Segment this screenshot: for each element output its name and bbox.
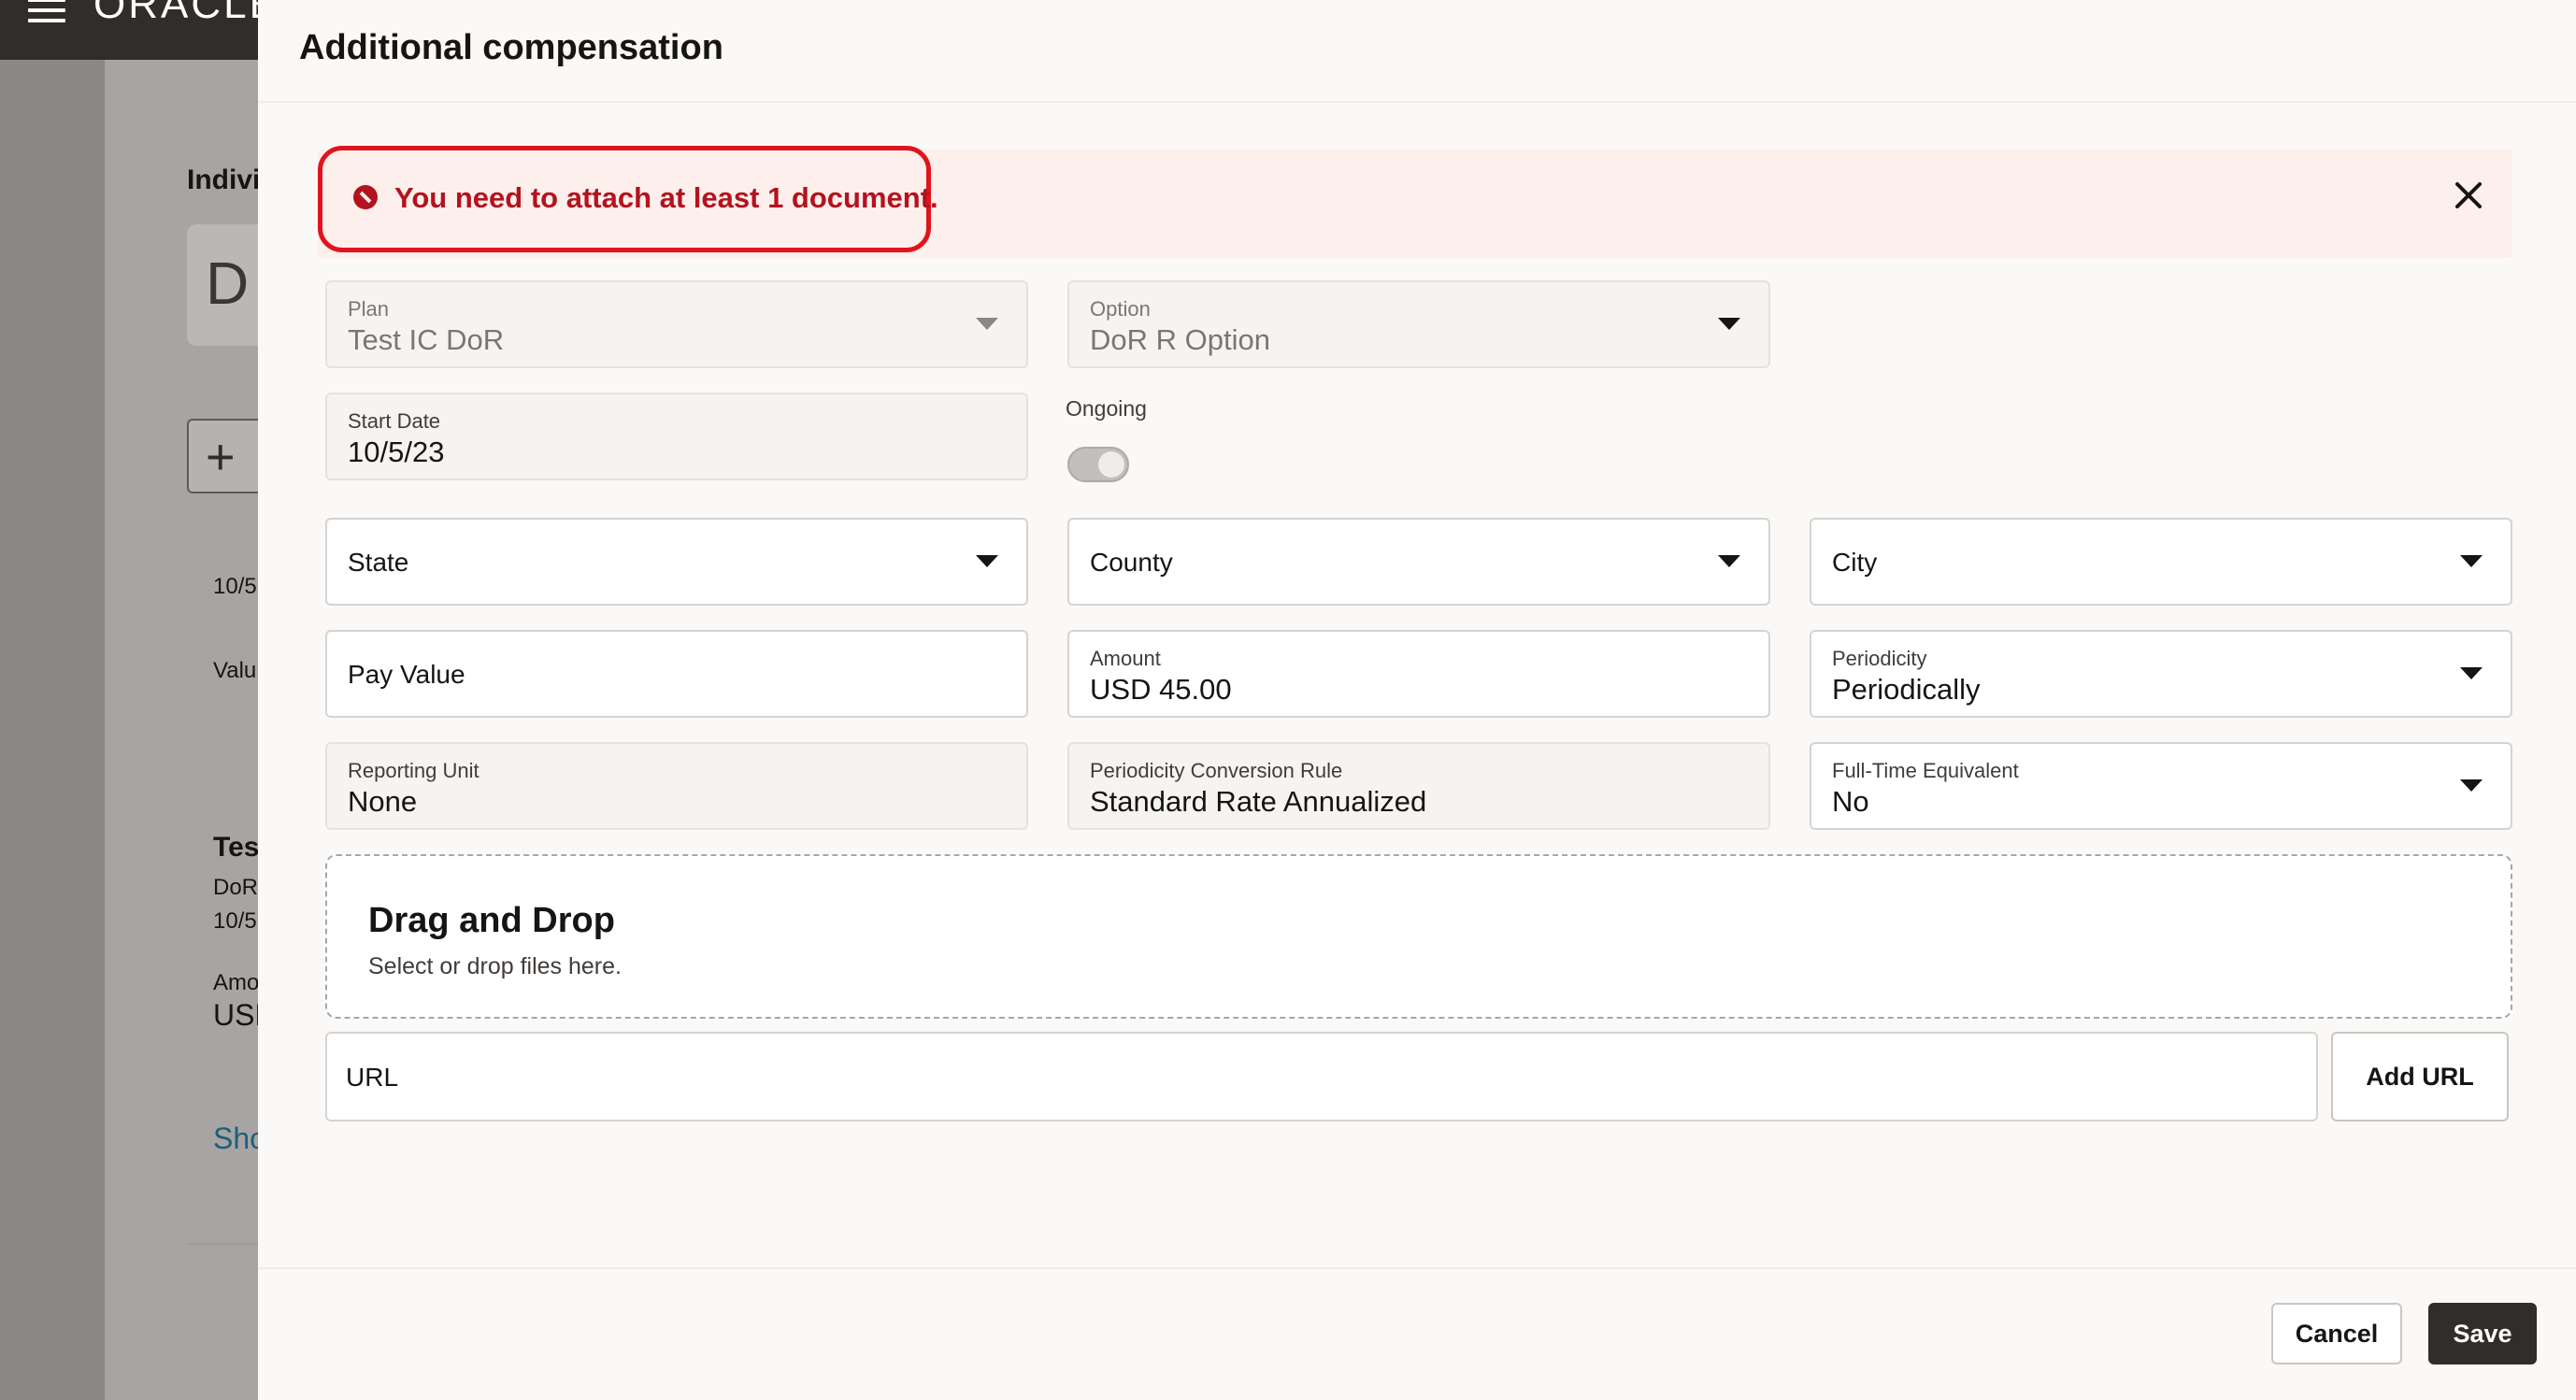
chevron-down-icon[interactable]: [976, 555, 998, 567]
periodicity-select[interactable]: Periodicity Periodically: [1810, 630, 2512, 718]
option-value: DoR R Option: [1090, 323, 1270, 356]
reporting-unit-label: Reporting Unit: [348, 759, 479, 782]
periodicity-value: Periodically: [1832, 673, 1981, 706]
state-select[interactable]: State: [325, 518, 1028, 606]
plan-select: Plan Test IC DoR: [325, 280, 1028, 368]
reporting-unit-value: None: [348, 785, 418, 818]
additional-compensation-drawer: Additional compensation You need to atta…: [258, 0, 2576, 1400]
periodicity-label: Periodicity: [1832, 647, 1927, 670]
menu-icon[interactable]: [28, 0, 65, 24]
background-card-line: DoR: [213, 875, 259, 900]
error-icon: [353, 185, 378, 209]
url-input[interactable]: [346, 1054, 2290, 1101]
option-label: Option: [1090, 297, 1151, 321]
reporting-unit-field: Reporting Unit None: [325, 742, 1028, 830]
chevron-down-icon[interactable]: [1718, 318, 1740, 330]
cancel-button[interactable]: Cancel: [2271, 1303, 2402, 1364]
pay-value-label: Pay Value: [348, 660, 465, 689]
save-button[interactable]: Save: [2428, 1303, 2537, 1364]
background-value-label: Valu: [213, 658, 257, 683]
pay-value-input[interactable]: Pay Value: [325, 630, 1028, 718]
start-date-value: 10/5/23: [348, 436, 445, 468]
background-card-title: Tes: [213, 832, 260, 863]
fte-value: No: [1832, 785, 1869, 818]
background-card-line: 10/5: [213, 908, 257, 934]
chevron-down-icon[interactable]: [2460, 667, 2483, 679]
state-label: State: [348, 548, 409, 577]
amount-input[interactable]: Amount USD 45.00: [1067, 630, 1770, 718]
periodicity-conversion-rule-field: Periodicity Conversion Rule Standard Rat…: [1067, 742, 1770, 830]
dropzone-subtitle: Select or drop files here.: [368, 953, 622, 979]
option-select[interactable]: Option DoR R Option: [1067, 280, 1770, 368]
chevron-down-icon: [976, 318, 998, 330]
close-icon[interactable]: [2445, 172, 2492, 219]
oracle-logo: ORACLE: [93, 0, 279, 27]
drawer-title: Additional compensation: [299, 28, 723, 67]
city-select[interactable]: City: [1810, 518, 2512, 606]
add-url-button[interactable]: Add URL: [2331, 1032, 2509, 1121]
chevron-down-icon[interactable]: [1718, 555, 1740, 567]
background-date: 10/5: [213, 574, 257, 599]
url-field[interactable]: [325, 1032, 2318, 1121]
file-dropzone[interactable]: Drag and Drop Select or drop files here.: [325, 854, 2512, 1019]
county-label: County: [1090, 548, 1173, 577]
county-select[interactable]: County: [1067, 518, 1770, 606]
start-date-field: Start Date 10/5/23: [325, 393, 1028, 480]
background-amount-label: Amo: [213, 970, 260, 995]
fte-select[interactable]: Full-Time Equivalent No: [1810, 742, 2512, 830]
city-label: City: [1832, 548, 1878, 577]
plan-value: Test IC DoR: [348, 323, 505, 356]
dropzone-title: Drag and Drop: [368, 901, 615, 940]
plan-label: Plan: [348, 297, 390, 321]
amount-value: USD 45.00: [1090, 673, 1232, 706]
periodicity-conversion-rule-label: Periodicity Conversion Rule: [1090, 759, 1343, 782]
periodicity-conversion-rule-value: Standard Rate Annualized: [1090, 785, 1427, 818]
drawer-footer: [258, 1267, 2576, 1400]
chevron-down-icon[interactable]: [2460, 779, 2483, 792]
chevron-down-icon[interactable]: [2460, 555, 2483, 567]
start-date-label: Start Date: [348, 409, 441, 433]
ongoing-toggle[interactable]: [1067, 447, 1129, 482]
amount-label: Amount: [1090, 647, 1161, 670]
error-message: You need to attach at least 1 document.: [394, 181, 938, 214]
fte-label: Full-Time Equivalent: [1832, 759, 2019, 782]
background-heading: Indivi: [187, 164, 261, 195]
drawer-header: Additional compensation: [258, 0, 2576, 103]
ongoing-label: Ongoing: [1066, 396, 1147, 421]
